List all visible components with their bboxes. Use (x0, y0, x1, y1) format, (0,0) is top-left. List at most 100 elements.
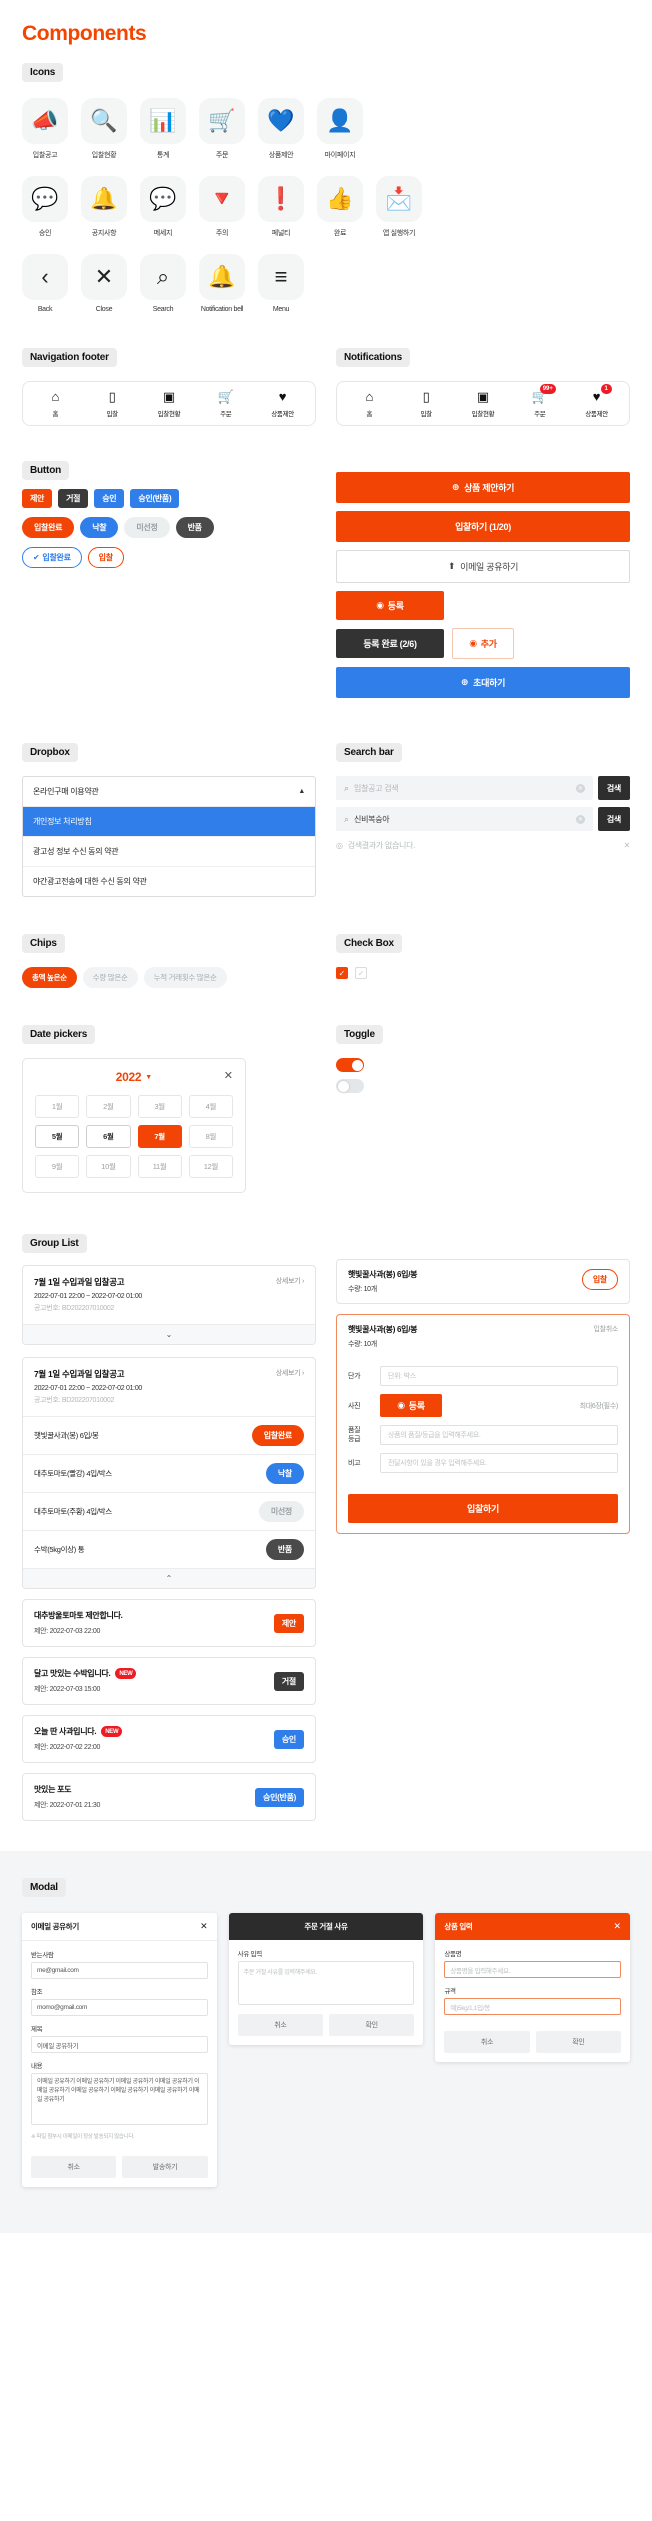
field-input-note[interactable]: 전달사항이 있을 경우 입력해주세요. (380, 1453, 618, 1473)
group-card-detail-link[interactable]: 상세보기 › (276, 1276, 305, 1286)
icon-cell[interactable]: 📊 통계 (140, 98, 186, 160)
icon-cell[interactable]: 🔍 입찰현황 (81, 98, 127, 160)
notice-card[interactable]: 대추방울토마토 제안합니다. 제안: 2022-07-03 22:00 제안 (22, 1599, 316, 1647)
group-list-row[interactable]: 대추토마토(빨강) 4입/박스 낙찰 (23, 1454, 315, 1492)
icon-cell[interactable]: 🔔 공지사항 (81, 176, 127, 238)
search-button-2[interactable]: 검색 (597, 807, 630, 831)
close-icon[interactable]: ✕ (200, 1922, 208, 1931)
month-cell-6월[interactable]: 6월 (86, 1125, 131, 1148)
tag-승인(반품)[interactable]: 승인(반품) (130, 489, 180, 508)
product-spec-input[interactable]: 예)5kg/1,1입/봉 (444, 1998, 622, 2015)
navigation-footer[interactable]: ⌂ 홈 ▯ 입찰 ▣ 입찰현황 🛒 주문 ♥ 상품제안 (22, 381, 316, 426)
icon-cell[interactable]: ⌕ Search (140, 254, 186, 313)
email-cc-input[interactable]: momo@gmail.com (31, 1999, 208, 2016)
email-send-button[interactable]: 발송하기 (122, 2156, 208, 2178)
close-icon[interactable]: ✕ (224, 1070, 233, 1082)
icon-cell[interactable]: ‹ Back (22, 254, 68, 313)
notice-action-button[interactable]: 승인(반품) (255, 1787, 304, 1807)
icon-cell[interactable]: 🔔 Notification bell (199, 254, 245, 313)
bid-submit-button[interactable]: 입찰하기 (348, 1494, 618, 1523)
bid-button[interactable]: 입찰하기 (1/20) (336, 511, 630, 542)
icon-cell[interactable]: 📣 입찰공고 (22, 98, 68, 160)
icon-cell[interactable]: 👤 마이페이지 (317, 98, 363, 160)
field-input-price[interactable]: 단위: 박스 (380, 1366, 618, 1386)
nav-item-입찰[interactable]: ▯ 입찰 (398, 390, 455, 419)
notice-action-button[interactable]: 제안 (273, 1613, 304, 1633)
month-cell-7월[interactable]: 7월 (137, 1125, 182, 1148)
chevron-down-icon[interactable]: ⌄ (23, 1324, 315, 1344)
search-field-filled[interactable]: ⌕ ✕ (336, 807, 593, 831)
search-input-filled[interactable] (354, 814, 571, 824)
email-content-textarea[interactable]: 이메일 공유하기 이메일 공유하기 이메일 공유하기 이메일 공유하기 이메일 … (31, 2073, 208, 2125)
search-input-empty[interactable] (354, 783, 571, 793)
checkbox-unchecked[interactable]: ✓ (355, 967, 367, 979)
product-confirm-button[interactable]: 확인 (535, 2031, 622, 2053)
icon-cell[interactable]: 🔻 주의 (199, 176, 245, 238)
dropdown-option[interactable]: 개인정보 처리방침 (23, 807, 315, 837)
order-cancel-button[interactable]: 취소 (237, 2014, 324, 2036)
nav-item-홈[interactable]: ⌂ 홈 (27, 390, 84, 419)
icon-cell[interactable]: ❗ 페널티 (258, 176, 304, 238)
notice-action-button[interactable]: 거절 (273, 1671, 304, 1691)
close-icon[interactable]: ✕ (613, 1922, 621, 1931)
checkbox-checked[interactable]: ✓ (336, 967, 348, 979)
notifications-footer[interactable]: ⌂ 홈 ▯ 입찰 ▣ 입찰현황 🛒 99+ 주문 ♥ 1 상품제안 (336, 381, 630, 426)
group-card-detail-link[interactable]: 상세보기 › (276, 1368, 305, 1378)
outline-pill-입찰[interactable]: 입찰 (87, 547, 124, 568)
bid-cancel-link[interactable]: 입찰취소 (593, 1324, 618, 1334)
nav-item-입찰현황[interactable]: ▣ 입찰현황 (455, 390, 512, 419)
propose-product-button[interactable]: ⊕ 상품 제안하기 (336, 472, 630, 503)
group-card-expanded[interactable]: 7월 1일 수입과일 입찰공고 상세보기 › 2022-07-01 22:00 … (22, 1357, 316, 1589)
icon-cell[interactable]: 💬 승인 (22, 176, 68, 238)
email-to-input[interactable]: me@gmail.com (31, 1962, 208, 1979)
photo-register-button[interactable]: ◉ 등록 (380, 1394, 442, 1417)
notice-card[interactable]: 오늘 딴 사과입니다. NEW 제안: 2022-07-02 22:00 승인 (22, 1715, 316, 1763)
share-email-button[interactable]: ⬆ 이메일 공유하기 (336, 550, 630, 583)
search-button-1[interactable]: 검색 (597, 776, 630, 800)
dropdown-option[interactable]: 광고성 정보 수신 동의 약관 (23, 837, 315, 867)
icon-cell[interactable]: 🛒 주문 (199, 98, 245, 160)
nav-item-상품제안[interactable]: ♥ 상품제안 (254, 390, 311, 419)
clear-icon[interactable]: ✕ (575, 814, 585, 824)
nav-item-상품제안[interactable]: ♥ 1 상품제안 (568, 384, 625, 418)
nav-item-홈[interactable]: ⌂ 홈 (341, 390, 398, 419)
chip-총액 높은순[interactable]: 총액 높은순 (22, 967, 77, 988)
chevron-up-icon[interactable]: ⌃ (23, 1568, 315, 1588)
icon-cell[interactable]: 👍 완료 (317, 176, 363, 238)
order-confirm-button[interactable]: 확인 (329, 2014, 415, 2036)
nav-item-입찰[interactable]: ▯ 입찰 (84, 390, 141, 419)
month-cell-5월[interactable]: 5월 (35, 1125, 80, 1148)
add-button[interactable]: ◉ 추가 (452, 628, 514, 659)
icon-cell[interactable]: 📩 앱 실행하기 (376, 176, 422, 238)
toggle-off[interactable] (336, 1079, 364, 1093)
email-subject-input[interactable]: 이메일 공유하기 (31, 2036, 208, 2053)
dropdown[interactable]: 온라인구매 이용약관 ▲ 개인정보 처리방침 광고성 정보 수신 동의 약관 야간광… (22, 776, 316, 897)
clear-icon[interactable]: ✕ (575, 783, 585, 793)
group-list-row[interactable]: 수박(5kg이상) 통 반품 (23, 1530, 315, 1568)
bid-action-button[interactable]: 입찰 (581, 1269, 618, 1290)
search-field-empty[interactable]: ⌕ ✕ (336, 776, 593, 800)
toggle-on[interactable] (336, 1058, 364, 1072)
date-picker[interactable]: 2022 ▼ ✕ 1월 2월 3월 4월 5월 6월 7월 8월 9월 10월 11월 12월 (22, 1058, 246, 1193)
order-reason-textarea[interactable]: 주문 거절 사유를 입력해주세요. (237, 1961, 415, 2005)
product-name-input[interactable]: 상품명을 입력해주세요. (444, 1961, 622, 1978)
nav-item-주문[interactable]: 🛒 99+ 주문 (511, 384, 568, 418)
group-list-row[interactable]: 햇빛꿀사과(봉) 6입/봉 입찰완료 (23, 1416, 315, 1454)
icon-cell[interactable]: ≡ Menu (258, 254, 304, 313)
pill-입찰완료[interactable]: 입찰완료 (22, 517, 75, 538)
group-list-row[interactable]: 대추토마토(주황) 4입/박스 미선정 (23, 1492, 315, 1530)
outline-pill-입찰완료[interactable]: ✔ 입찰완료 (22, 547, 82, 568)
chip-수량 많은순[interactable]: 수량 많은순 (82, 967, 138, 988)
chevron-down-icon[interactable]: ▼ (145, 1074, 152, 1081)
notice-card[interactable]: 달고 맛있는 수박입니다. NEW 제안: 2022-07-03 15:00 거절 (22, 1657, 316, 1705)
field-input-quality[interactable]: 상품의 품질/등급을 입력해주세요. (380, 1425, 618, 1445)
invite-button[interactable]: ⊕ 초대하기 (336, 667, 630, 698)
tag-거절[interactable]: 거절 (58, 489, 89, 508)
date-picker-year[interactable]: 2022 (116, 1070, 142, 1084)
dropdown-selected[interactable]: 온라인구매 이용약관 ▲ (23, 777, 315, 807)
notice-card[interactable]: 맛있는 포도 제안: 2022-07-01 21:30 승인(반품) (22, 1773, 316, 1821)
product-cancel-button[interactable]: 취소 (444, 2031, 530, 2053)
email-cancel-button[interactable]: 취소 (31, 2156, 117, 2178)
pill-낙찰[interactable]: 낙찰 (80, 517, 119, 538)
tag-승인[interactable]: 승인 (94, 489, 125, 508)
